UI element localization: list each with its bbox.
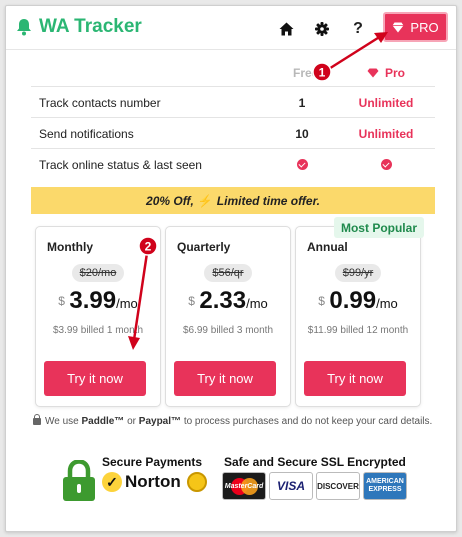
mastercard-icon: MasterCard <box>222 472 266 500</box>
plan-card-quarterly: Quarterly $56/qr $ 2.33/mo $6.99 billed … <box>165 226 291 407</box>
note-prefix: We use <box>45 416 79 427</box>
pro-value <box>351 158 421 173</box>
feature-label: Send notifications <box>39 127 134 141</box>
pro-value: Unlimited <box>358 96 414 110</box>
table-header: Free Pro <box>31 58 435 86</box>
app-title: WA Tracker <box>39 16 142 37</box>
note-suffix: to process purchases and do not keep you… <box>183 416 433 427</box>
column-pro-label: Pro <box>385 66 406 80</box>
plan-price: $ 0.99/mo <box>296 287 420 315</box>
note-paypal: Paypal™ <box>138 416 182 427</box>
price-amount: 3.99 <box>69 287 117 314</box>
plan-name: Monthly <box>47 240 93 254</box>
free-value <box>295 158 309 173</box>
pro-button[interactable]: PRO <box>383 12 448 42</box>
trust-badges: Secure Payments ✓ Norton Safe and Secure… <box>62 452 412 512</box>
diamond-icon <box>367 68 379 78</box>
price-amount: 0.99 <box>329 287 377 314</box>
table-row: Track contacts number 1 Unlimited <box>31 86 435 117</box>
padlock-icon <box>63 460 95 501</box>
norton-label: Norton <box>125 472 181 491</box>
old-price: $56/qr <box>204 264 252 282</box>
plan-name: Annual <box>307 240 348 254</box>
most-popular-badge: Most Popular <box>334 217 424 238</box>
table-row: Track online status & last seen <box>31 148 435 179</box>
mastercard-label: MasterCard <box>224 482 264 490</box>
gear-icon <box>315 22 329 36</box>
currency: $ <box>58 294 65 308</box>
payment-note: We use Paddle™ or Paypal™ to process pur… <box>33 414 433 430</box>
old-price: $99/yr <box>334 264 382 282</box>
payment-cards: MasterCard VISA DISCOVER AMERICAN EXPRES… <box>222 472 407 500</box>
brand: WA Tracker <box>16 16 142 38</box>
try-it-now-button-monthly[interactable]: Try it now <box>44 361 146 396</box>
check-icon <box>380 159 392 170</box>
check-icon <box>296 159 308 170</box>
promo-offer: Limited time offer. <box>216 193 320 208</box>
norton-seal-icon <box>186 472 207 492</box>
feature-label: Track online status & last seen <box>39 158 202 172</box>
billed-text: $6.99 billed 3 month <box>182 325 274 336</box>
home-button[interactable] <box>275 18 297 40</box>
help-button[interactable]: ? <box>347 18 369 40</box>
visa-icon: VISA <box>269 472 313 500</box>
column-free: Free <box>293 66 319 80</box>
popup-window: WA Tracker ? PRO Free Pro Track contacts… <box>5 5 457 532</box>
currency: $ <box>188 294 195 308</box>
lightning-icon: ⚡ <box>197 193 213 208</box>
comparison-table: Free Pro Track contacts number 1 Unlimit… <box>31 58 435 179</box>
try-it-now-button-annual[interactable]: Try it now <box>304 361 406 396</box>
try-it-now-button-quarterly[interactable]: Try it now <box>174 361 276 396</box>
norton-check-icon: ✓ <box>102 472 122 492</box>
column-pro: Pro <box>367 66 405 80</box>
secure-payments-label: Secure Payments <box>102 455 203 469</box>
promo-banner: 20% Off, ⚡ Limited time offer. <box>31 187 435 214</box>
billed-text: $11.99 billed 12 month <box>307 325 409 336</box>
plan-name: Quarterly <box>177 240 231 254</box>
billed-text: $3.99 billed 1 month <box>52 325 144 336</box>
plan-card-monthly: Monthly $20/mo $ 3.99/mo $3.99 billed 1 … <box>35 226 161 407</box>
table-row: Send notifications 10 Unlimited <box>31 117 435 148</box>
lock-icon <box>33 414 41 425</box>
free-value: 10 <box>295 127 309 141</box>
header-bar: WA Tracker ? PRO <box>6 6 456 50</box>
price-period: /mo <box>376 296 398 311</box>
norton-badge: ✓ Norton <box>102 472 207 492</box>
home-icon <box>279 22 293 36</box>
currency: $ <box>318 294 325 308</box>
note-paddle: Paddle™ <box>81 416 125 427</box>
plan-price: $ 2.33/mo <box>166 287 290 315</box>
plan-card-annual: Annual $99/yr $ 0.99/mo $11.99 billed 12… <box>295 226 421 407</box>
promo-discount: 20% Off, <box>146 193 194 208</box>
free-value: 1 <box>298 96 306 110</box>
bell-icon <box>17 19 31 36</box>
settings-button[interactable] <box>311 18 333 40</box>
amex-icon: AMERICAN EXPRESS <box>363 472 407 500</box>
pro-value: Unlimited <box>358 127 414 141</box>
price-amount: 2.33 <box>199 287 247 314</box>
ssl-label: Safe and Secure SSL Encrypted <box>224 455 406 469</box>
price-period: /mo <box>246 296 268 311</box>
note-or: or <box>127 416 136 427</box>
feature-label: Track contacts number <box>39 96 161 110</box>
plan-price: $ 3.99/mo <box>36 287 160 315</box>
diamond-icon <box>392 22 404 32</box>
old-price: $20/mo <box>71 264 125 282</box>
discover-icon: DISCOVER <box>316 472 360 500</box>
price-period: /mo <box>116 296 138 311</box>
pro-label: PRO <box>410 19 439 35</box>
